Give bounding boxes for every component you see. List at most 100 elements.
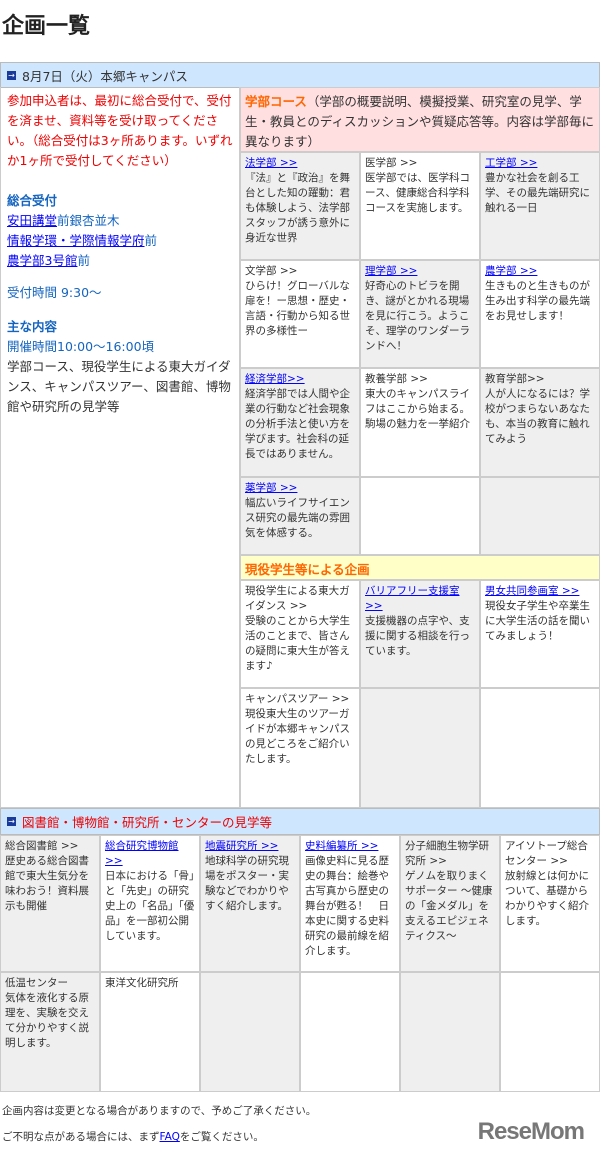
reception-time: 受付時間 9:30〜 bbox=[7, 285, 102, 300]
program-cell bbox=[200, 972, 300, 1092]
program-cell bbox=[480, 477, 600, 555]
program-title: 教育学部>> bbox=[485, 373, 545, 385]
arrow-icon: → bbox=[7, 817, 16, 826]
program-cell: 現役学生による東大ガイダンス >> 受験のことから大学生活のことまで、皆さんの疑問… bbox=[240, 580, 360, 688]
reception-info: 参加申込者は、最初に総合受付で、受付を済ませ、資料等を受け取ってください。（総合… bbox=[0, 87, 240, 808]
section-header-label: 8月7日（火）本郷キャンパス bbox=[22, 68, 188, 84]
program-title: アイソトープ総合センター >> bbox=[505, 840, 588, 867]
program-title: 総合図書館 >> bbox=[5, 840, 79, 852]
program-desc: 支援機器の点字や、支援に関する相談を行っています。 bbox=[365, 615, 470, 657]
program-desc: 生きものと生きものが生み出す科学の最先端をお見せします！ bbox=[485, 280, 590, 322]
program-cell: バリアフリー支援室 >> 支援機器の点字や、支援に関する相談を行っています。 bbox=[360, 580, 480, 688]
program-desc: 幅広いライフサイエンス研究の最先端の雰囲気を体感する。 bbox=[245, 497, 350, 539]
program-desc: 気体を液化する原理を、実験を交えて分かりやすく説明します。 bbox=[5, 992, 89, 1049]
program-cell: 教養学部 >> 東大のキャンパスライフはここから始まる。駒場の魅力を一挙紹介 bbox=[360, 368, 480, 477]
location-link-agri3[interactable]: 農学部3号館 bbox=[7, 253, 77, 268]
program-link[interactable]: 経済学部>> bbox=[245, 372, 355, 387]
program-cell bbox=[300, 972, 400, 1092]
faculty-course-title: 学部コース bbox=[245, 94, 307, 109]
program-desc: 『法』と『政治』を舞台とした知の躍動：君も体験しよう、法学部スタッフが誘う意外に… bbox=[245, 172, 350, 244]
program-cell: 分子細胞生物学研究所 >> ゲノムを取りまくサポーター 〜健康の「金メダル」を支え… bbox=[400, 835, 500, 972]
program-title: 教養学部 >> bbox=[365, 373, 428, 385]
program-cell: 東洋文化研究所 bbox=[100, 972, 200, 1092]
location-link-iii[interactable]: 情報学環・学際情報学府 bbox=[7, 233, 145, 248]
content-heading: 主な内容 bbox=[7, 319, 58, 334]
section-header-facilities: → 図書館・博物館・研究所・センターの見学等 bbox=[0, 808, 600, 835]
location-suffix: 前 bbox=[144, 233, 158, 248]
program-title: 低温センター bbox=[5, 977, 68, 989]
program-desc: 東大のキャンパスライフはここから始まる。駒場の魅力を一挙紹介 bbox=[365, 388, 470, 430]
faq-link[interactable]: FAQ bbox=[160, 1131, 180, 1143]
footer-note: 企画内容は変更となる場合がありますので、予めご了承ください。 bbox=[2, 1105, 317, 1117]
program-link[interactable]: 総合研究博物館 >> bbox=[105, 839, 195, 869]
program-title: 文学部 >> bbox=[245, 265, 298, 277]
program-desc: 豊かな社会を創る工学、その最先端研究に触れる一日 bbox=[485, 172, 590, 214]
program-desc: 画像史料に見る歴史の舞台：絵巻や古写真から歴史の舞台が甦る！ 日本史に関する史料… bbox=[305, 855, 389, 957]
program-desc: 医学部では、医学科コース、健康総合科学科コースを実施します。 bbox=[365, 172, 470, 214]
program-link[interactable]: 史料編纂所 >> bbox=[305, 839, 395, 854]
program-title: 医学部 >> bbox=[365, 157, 418, 169]
program-cell bbox=[500, 972, 600, 1092]
resemom-logo: ReseMom bbox=[477, 1118, 585, 1145]
location-link-yasuda[interactable]: 安田講堂 bbox=[7, 213, 57, 228]
program-cell: 工学部 >> 豊かな社会を創る工学、その最先端研究に触れる一日 bbox=[480, 152, 600, 260]
program-cell: 農学部 >> 生きものと生きものが生み出す科学の最先端をお見せします！ bbox=[480, 260, 600, 368]
program-link[interactable]: 地震研究所 >> bbox=[205, 839, 295, 854]
program-desc: 現役女子学生や卒業生に大学生活の話を聞いてみましょう！ bbox=[485, 600, 590, 642]
program-desc: 放射線とは何かについて、基礎からわかりやすく紹介します。 bbox=[505, 870, 589, 927]
reception-heading: 総合受付 bbox=[7, 193, 58, 208]
program-desc: ひらけ！グローバルな扉を！ー思想・歴史・言語・行動から知る世界の多様性ー bbox=[245, 280, 350, 337]
program-cell: 史料編纂所 >> 画像史料に見る歴史の舞台：絵巻や古写真から歴史の舞台が甦る！ 日… bbox=[300, 835, 400, 972]
program-desc: 人が人になるには？学校がつまらないあなたも、本当の教育に触れてみよう bbox=[485, 388, 590, 445]
program-cell: 地震研究所 >> 地球科学の研究現場をポスター・実験などでわかりやすく紹介します。 bbox=[200, 835, 300, 972]
page-title: 企画一覧 bbox=[2, 14, 91, 39]
program-link[interactable]: 法学部 >> bbox=[245, 156, 355, 171]
content-desc: 学部コース、現役学生による東大ガイダンス、キャンパスツアー、図書館、博物館や研究… bbox=[7, 359, 231, 414]
program-title: 分子細胞生物学研究所 >> bbox=[405, 840, 489, 867]
faculty-course-header: 学部コース（学部の概要説明、模擬授業、研究室の見学、学生・教員とのディスカッショ… bbox=[240, 87, 600, 152]
student-events-header: 現役学生等による企画 bbox=[240, 555, 600, 580]
program-cell: 男女共同参画室 >> 現役女子学生や卒業生に大学生活の話を聞いてみましょう！ bbox=[480, 580, 600, 688]
open-time: 開催時間10:00〜16:00頃 bbox=[7, 339, 155, 354]
notice-text: 参加申込者は、最初に総合受付で、受付を済ませ、資料等を受け取ってください。（総合… bbox=[7, 93, 233, 168]
program-desc: 地球科学の研究現場をポスター・実験などでわかりやすく紹介します。 bbox=[205, 855, 289, 912]
program-cell bbox=[480, 688, 600, 808]
program-cell: アイソトープ総合センター >> 放射線とは何かについて、基礎からわかりやすく紹介し… bbox=[500, 835, 600, 972]
program-cell: キャンパスツアー >> 現役東大生のツアーガイドが本郷キャンパスの見どころをご紹介… bbox=[240, 688, 360, 808]
program-desc: 歴史ある総合図書館で東大生気分を味わおう！資料展示も開催 bbox=[5, 855, 89, 912]
program-cell: 低温センター気体を液化する原理を、実験を交えて分かりやすく説明します。 bbox=[0, 972, 100, 1092]
program-cell: 法学部 >> 『法』と『政治』を舞台とした知の躍動：君も体験しよう、法学部スタッフ… bbox=[240, 152, 360, 260]
program-desc: 受験のことから大学生活のことまで、皆さんの疑問に東大生が答えます♪ bbox=[245, 615, 350, 672]
program-cell: 経済学部>> 経済学部では人間や企業の行動など社会現象の分析手法と使い方を学びます… bbox=[240, 368, 360, 477]
program-cell: 医学部 >> 医学部では、医学科コース、健康総合科学科コースを実施します。 bbox=[360, 152, 480, 260]
arrow-icon: → bbox=[7, 70, 16, 80]
program-cell: 総合研究博物館 >> 日本における「骨」と「先史」の研究史上の「名品」「優品」を一… bbox=[100, 835, 200, 972]
program-cell bbox=[360, 688, 480, 808]
program-title: 現役学生による東大ガイダンス >> bbox=[245, 585, 350, 612]
program-cell: 総合図書館 >> 歴史ある総合図書館で東大生気分を味わおう！資料展示も開催 bbox=[0, 835, 100, 972]
faq-suffix: をご覧ください。 bbox=[179, 1131, 264, 1143]
program-cell: 薬学部 >> 幅広いライフサイエンス研究の最先端の雰囲気を体感する。 bbox=[240, 477, 360, 555]
program-link[interactable]: 男女共同参画室 >> bbox=[485, 584, 595, 599]
location-suffix: 前 bbox=[77, 253, 90, 268]
program-cell: 理学部 >> 好奇心のトビラを開き、謎がとかれる現場を見に行こう。ようこそ、理学の… bbox=[360, 260, 480, 368]
program-link[interactable]: 農学部 >> bbox=[485, 264, 595, 279]
section-header-hongo: → 8月7日（火）本郷キャンパス bbox=[0, 62, 600, 88]
program-desc: 現役東大生のツアーガイドが本郷キャンパスの見どころをご紹介いたします。 bbox=[245, 708, 350, 765]
student-events-title: 現役学生等による企画 bbox=[245, 562, 370, 577]
program-title: キャンパスツアー >> bbox=[245, 693, 350, 705]
program-desc: 経済学部では人間や企業の行動など社会現象の分析手法と使い方を学びます。社会科の延… bbox=[245, 388, 350, 460]
program-title: 東洋文化研究所 bbox=[105, 977, 179, 989]
program-desc: 日本における「骨」と「先史」の研究史上の「名品」「優品」を一部初公開しています。 bbox=[105, 870, 195, 942]
program-link[interactable]: 工学部 >> bbox=[485, 156, 595, 171]
program-cell bbox=[400, 972, 500, 1092]
location-suffix: 前銀杏並木 bbox=[57, 213, 120, 228]
program-cell: 教育学部>> 人が人になるには？学校がつまらないあなたも、本当の教育に触れてみよう bbox=[480, 368, 600, 477]
program-link[interactable]: 薬学部 >> bbox=[245, 481, 355, 496]
program-link[interactable]: バリアフリー支援室 >> bbox=[365, 584, 475, 614]
program-desc: ゲノムを取りまくサポーター 〜健康の「金メダル」を支えるエピジェネティクス〜 bbox=[405, 870, 493, 942]
footer-faq: ご不明な点がある場合には、まずFAQをご覧ください。 bbox=[2, 1129, 264, 1144]
program-cell bbox=[360, 477, 480, 555]
program-desc: 好奇心のトビラを開き、謎がとかれる現場を見に行こう。ようこそ、理学のワンダーラン… bbox=[365, 280, 470, 352]
program-link[interactable]: 理学部 >> bbox=[365, 264, 475, 279]
